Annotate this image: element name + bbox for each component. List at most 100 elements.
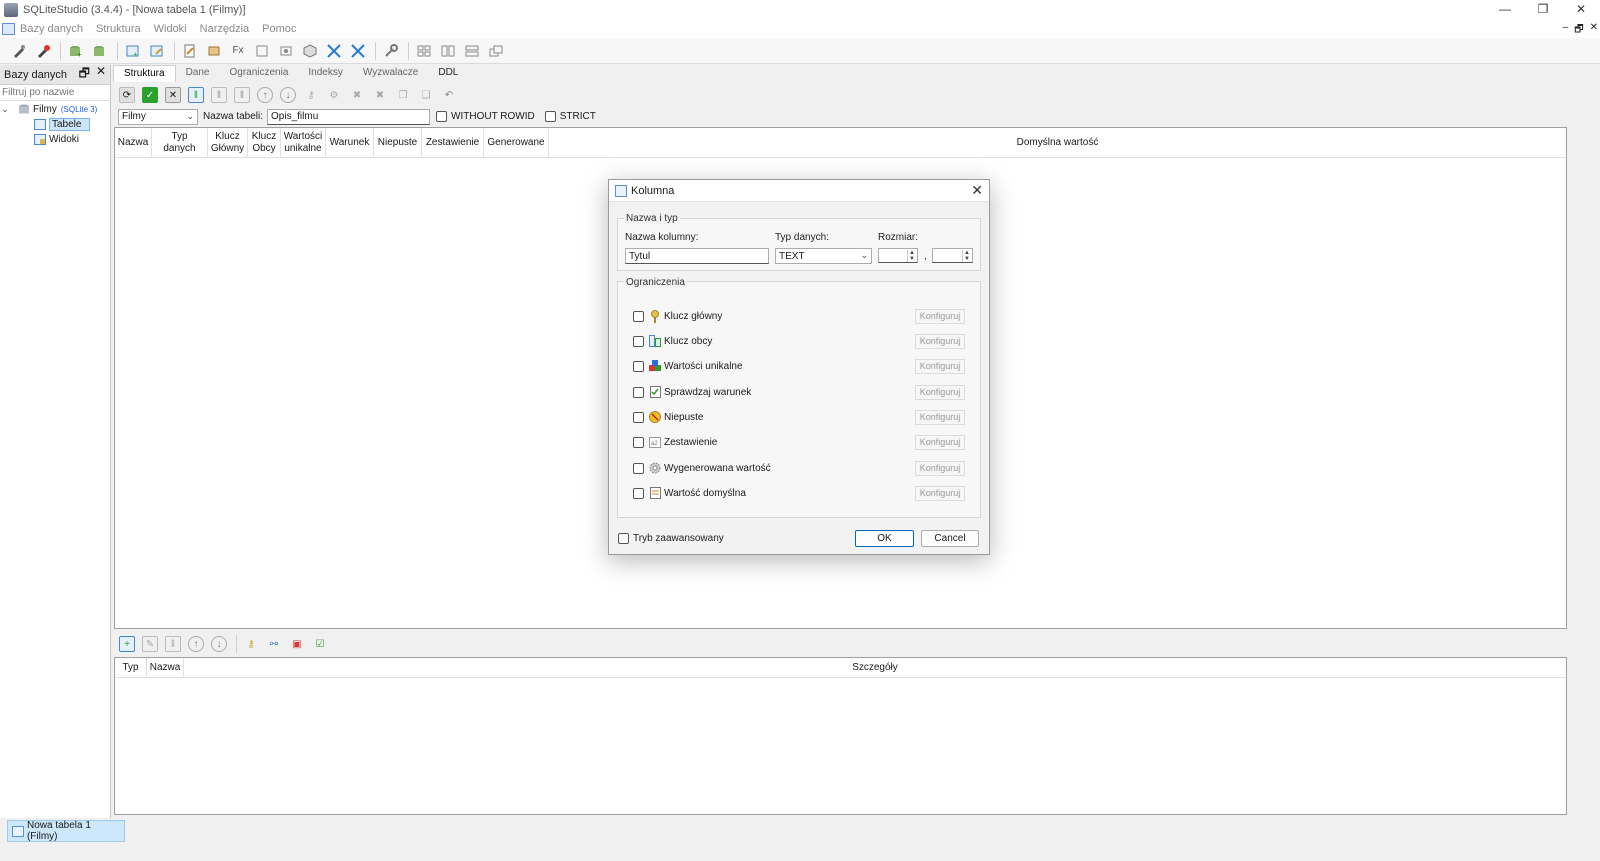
column-header-default[interactable]: Domyślna wartość [549, 128, 1566, 157]
tab-constraints[interactable]: Ograniczenia [219, 65, 298, 82]
column-header-name[interactable]: Nazwa [115, 128, 152, 157]
strict-checkbox[interactable] [544, 111, 556, 122]
history-icon[interactable] [205, 42, 223, 60]
delete-constraint-icon[interactable]: ‖ [165, 636, 181, 652]
refresh-icon[interactable]: ⟳ [119, 87, 135, 103]
mdi-minimize-button[interactable]: – [1563, 22, 1569, 39]
menu-structure[interactable]: Struktura [96, 23, 141, 35]
edit-table-icon[interactable] [148, 42, 166, 60]
primary-key-toolbar-icon[interactable]: ⚷ [303, 87, 319, 103]
menu-help[interactable]: Pomoc [262, 23, 296, 35]
edit-database-icon[interactable] [91, 42, 109, 60]
add-column-icon[interactable]: ‖ [188, 87, 204, 103]
advanced-mode-checkbox[interactable] [618, 533, 629, 544]
add-database-icon[interactable]: + [67, 42, 85, 60]
constraint-down-icon[interactable]: ↓ [211, 636, 227, 652]
configure-foreign-key-button[interactable]: Konfiguruj [915, 333, 965, 349]
primary-key-checkbox[interactable] [633, 310, 644, 322]
tab-structure[interactable]: Struktura [113, 65, 176, 82]
menu-tools[interactable]: Narzędzia [200, 23, 250, 35]
unique-toolbar-icon[interactable]: ✖ [349, 87, 365, 103]
task-tab-new-table[interactable]: Nowa tabela 1 (Filmy) [7, 820, 125, 842]
sql-editor-icon[interactable] [181, 42, 199, 60]
float-panel-icon[interactable]: 🗗 [79, 64, 90, 85]
menu-databases[interactable]: Bazy danych [20, 23, 83, 35]
db-filter-input[interactable] [0, 85, 109, 101]
column-name-input[interactable]: Tytul [625, 248, 769, 264]
cascade-windows-icon[interactable] [487, 42, 505, 60]
column-header-type[interactable]: Typ danych [152, 128, 208, 157]
not-null-toolbar-icon[interactable]: ❐ [395, 87, 411, 103]
check-toolbar-icon[interactable]: ✖ [372, 87, 388, 103]
extensions-icon[interactable] [277, 42, 295, 60]
table-name-input[interactable]: Opis_filmu [267, 108, 431, 125]
tile-windows-icon[interactable] [415, 42, 433, 60]
disconnect-db-icon[interactable] [34, 42, 52, 60]
collations-icon[interactable] [253, 42, 271, 60]
configure-not-null-button[interactable]: Konfiguruj [915, 409, 965, 425]
delete-column-icon[interactable]: ‖ [234, 87, 250, 103]
size-spinbox[interactable]: ▲ ▼ [878, 248, 918, 263]
column-header-collation[interactable]: Zestawienie [422, 128, 484, 157]
not-null-checkbox[interactable] [633, 411, 644, 423]
foreign-key-toolbar-icon[interactable]: ⚙ [326, 87, 342, 103]
connect-db-icon[interactable] [10, 42, 28, 60]
edit-constraint-icon[interactable]: ✎ [142, 636, 158, 652]
import-icon[interactable] [325, 42, 343, 60]
add-fk-icon[interactable]: ⚯ [266, 636, 282, 652]
tree-item-database[interactable]: ⌄ Filmy (SQLite 3) [0, 102, 110, 117]
collation-checkbox[interactable] [633, 436, 644, 448]
mdi-close-button[interactable]: ✕ [1590, 22, 1598, 39]
add-pk-icon[interactable]: ⚷ [243, 636, 259, 652]
dialog-close-icon[interactable]: ✕ [971, 182, 983, 199]
tab-ddl[interactable]: DDL [428, 65, 468, 82]
mdi-window-icon[interactable] [2, 23, 15, 35]
copy-toolbar-icon[interactable]: ❏ [418, 87, 434, 103]
menu-views[interactable]: Widoki [154, 23, 187, 35]
rollback-icon[interactable]: ✕ [165, 87, 181, 103]
tree-item-tables[interactable]: Tabele [0, 117, 110, 132]
add-unique-icon[interactable]: ▣ [289, 636, 305, 652]
configure-check-button[interactable]: Konfiguruj [915, 384, 965, 400]
new-table-icon[interactable]: + [124, 42, 142, 60]
edit-column-icon[interactable]: ‖ [211, 87, 227, 103]
tile-vertical-icon[interactable] [439, 42, 457, 60]
constraint-header-name[interactable]: Nazwa [147, 658, 184, 677]
database-select[interactable]: Filmy ⌄ [118, 108, 198, 125]
constraint-up-icon[interactable]: ↑ [188, 636, 204, 652]
functions-icon[interactable]: Fx [229, 42, 247, 60]
foreign-key-checkbox[interactable] [633, 335, 644, 347]
configure-generated-button[interactable]: Konfiguruj [915, 460, 965, 476]
unique-checkbox[interactable] [633, 360, 644, 372]
column-header-pk[interactable]: Klucz Główny [208, 128, 248, 157]
data-type-select[interactable]: TEXT ⌄ [775, 248, 872, 264]
spin-arrows-icon[interactable]: ▲ ▼ [962, 250, 971, 262]
undo-toolbar-icon[interactable]: ↶ [441, 87, 457, 103]
constraint-header-details[interactable]: Szczegóły [184, 658, 1566, 677]
column-header-fk[interactable]: Klucz Obcy [248, 128, 281, 157]
configure-collation-button[interactable]: Konfiguruj [915, 434, 965, 450]
precision-spinbox[interactable]: ▲ ▼ [932, 248, 973, 263]
move-down-icon[interactable]: ↓ [280, 87, 296, 103]
column-header-generated[interactable]: Generowane [484, 128, 549, 157]
ok-button[interactable]: OK [855, 530, 914, 547]
close-window-button[interactable]: ✕ [1562, 0, 1600, 20]
commit-icon[interactable]: ✓ [142, 87, 158, 103]
configure-default-button[interactable]: Konfiguruj [915, 485, 965, 501]
minimize-button[interactable]: — [1486, 0, 1524, 20]
configure-unique-button[interactable]: Konfiguruj [915, 358, 965, 374]
column-header-check[interactable]: Warunek [326, 128, 374, 157]
add-constraint-icon[interactable]: + [119, 636, 135, 652]
generated-value-checkbox[interactable] [633, 462, 644, 474]
tab-indexes[interactable]: Indeksy [298, 65, 352, 82]
maximize-button[interactable]: ❐ [1524, 0, 1562, 20]
cancel-button[interactable]: Cancel [921, 530, 979, 547]
tile-horizontal-icon[interactable] [463, 42, 481, 60]
export-icon[interactable] [349, 42, 367, 60]
tab-triggers[interactable]: Wyzwalacze [353, 65, 428, 82]
close-panel-icon[interactable]: ✕ [96, 64, 106, 85]
collapse-arrow-icon[interactable]: ⌄ [0, 104, 10, 115]
config-wrench-icon[interactable] [382, 42, 400, 60]
default-value-checkbox[interactable] [633, 487, 644, 499]
move-up-icon[interactable]: ↑ [257, 87, 273, 103]
